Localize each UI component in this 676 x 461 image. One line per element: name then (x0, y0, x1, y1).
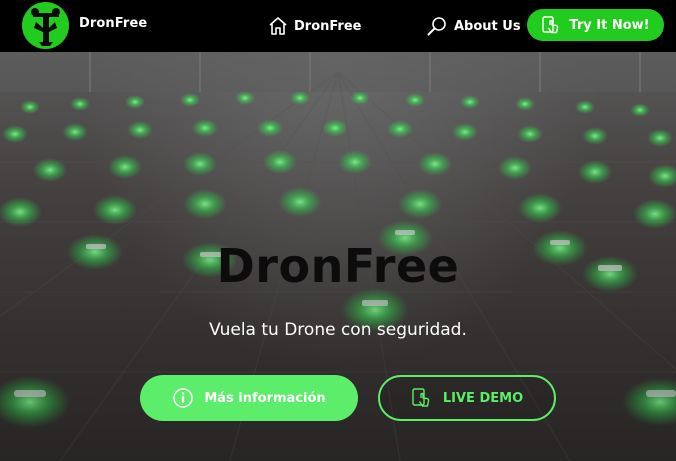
nav-home-link[interactable]: DronFree (268, 0, 361, 52)
live-demo-button[interactable]: LIVE DEMO (378, 375, 556, 421)
try-it-now-button[interactable]: Try It Now! (527, 9, 664, 41)
home-icon (269, 17, 287, 35)
hero-title: DronFree (216, 239, 460, 293)
nav-home-label: DronFree (294, 18, 362, 34)
brand-name[interactable]: DronFree (79, 16, 147, 31)
nav-about-label: About Us (454, 18, 521, 34)
nav-about-link[interactable]: About Us (426, 0, 521, 52)
live-demo-label: LIVE DEMO (442, 390, 524, 406)
search-icon (427, 17, 446, 36)
more-info-label: Más información (204, 390, 326, 406)
try-it-now-label: Try It Now! (569, 17, 650, 33)
phone-tap-icon (542, 16, 559, 34)
navbar: DronFree DronFree About Us Try It Now! (0, 0, 676, 52)
drone-logo-icon[interactable] (22, 2, 69, 49)
info-icon (173, 388, 194, 408)
hero-subtitle: Vuela tu Drone con seguridad. (209, 320, 467, 340)
hero-section: DronFree Vuela tu Drone con seguridad. M… (0, 52, 676, 461)
phone-tap-icon (412, 388, 430, 407)
more-info-button[interactable]: Más información (140, 375, 358, 421)
